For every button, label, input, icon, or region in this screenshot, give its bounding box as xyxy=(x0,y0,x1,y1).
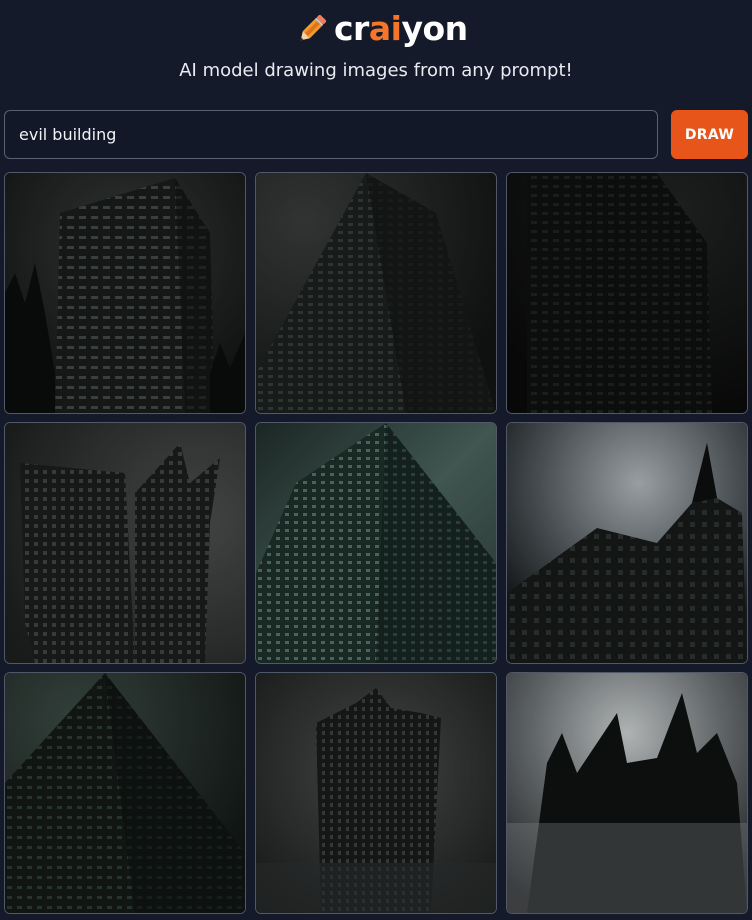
prompt-input[interactable] xyxy=(17,124,641,145)
craiyon-logo[interactable]: craiyon xyxy=(294,8,468,50)
pencil-icon xyxy=(300,14,327,41)
result-image[interactable] xyxy=(506,672,748,914)
result-image[interactable] xyxy=(4,672,246,914)
result-image[interactable] xyxy=(506,422,748,664)
result-image[interactable] xyxy=(506,172,748,414)
prompt-input-box[interactable] xyxy=(4,110,658,159)
result-image[interactable] xyxy=(4,422,246,664)
image-grid xyxy=(4,172,748,914)
result-image[interactable] xyxy=(255,672,497,914)
result-image[interactable] xyxy=(255,172,497,414)
logo-text: craiyon xyxy=(334,9,468,48)
tagline: AI model drawing images from any prompt! xyxy=(179,60,573,81)
result-image[interactable] xyxy=(255,422,497,664)
draw-button[interactable]: DRAW xyxy=(671,110,748,159)
result-image[interactable] xyxy=(4,172,246,414)
header: craiyon AI model drawing images from any… xyxy=(0,0,752,100)
